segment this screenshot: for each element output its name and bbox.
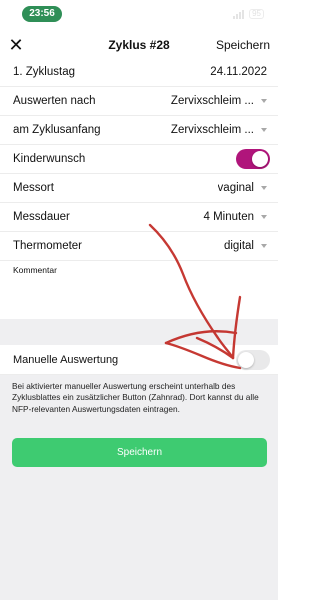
row-value: Zervixschleim ... xyxy=(170,124,254,136)
row-label: Messort xyxy=(13,182,54,194)
chevron-down-icon xyxy=(261,128,267,132)
save-button[interactable]: Speichern xyxy=(12,438,267,467)
row-label: Manuelle Auswertung xyxy=(13,354,119,366)
row-thermometer[interactable]: Thermometer digital xyxy=(0,232,278,261)
row-measure-location[interactable]: Messort vaginal xyxy=(0,174,278,203)
row-label: Kinderwunsch xyxy=(13,153,86,165)
row-manual-evaluation: Manuelle Auswertung xyxy=(0,345,278,375)
chevron-down-icon xyxy=(261,186,267,190)
signal-icon xyxy=(233,9,245,19)
row-first-cycle-day[interactable]: 1. Zyklustag 24.11.2022 xyxy=(0,58,278,87)
row-cycle-start[interactable]: am Zyklusanfang Zervixschleim ... xyxy=(0,116,278,145)
row-measure-duration[interactable]: Messdauer 4 Minuten xyxy=(0,203,278,232)
manual-evaluation-info: Bei aktivierter manueller Auswertung ers… xyxy=(12,381,259,414)
manual-evaluation-toggle[interactable] xyxy=(236,350,270,370)
chevron-down-icon xyxy=(261,215,267,219)
comment-input[interactable] xyxy=(8,277,270,315)
row-value: digital xyxy=(223,240,254,252)
chevron-down-icon xyxy=(261,244,267,248)
row-value: 24.11.2022 xyxy=(210,66,267,78)
toggle-knob xyxy=(252,151,268,167)
nav-bar: ✕ Zyklus #28 Speichern xyxy=(0,30,278,60)
row-value: Zervixschleim ... xyxy=(170,95,254,107)
row-label: am Zyklusanfang xyxy=(13,124,101,136)
row-value: 4 Minuten xyxy=(203,211,254,223)
status-bar: 23:56 95 xyxy=(0,0,278,26)
row-label: 1. Zyklustag xyxy=(13,66,75,78)
row-child-wish: Kinderwunsch xyxy=(0,145,278,174)
row-evaluate-by[interactable]: Auswerten nach Zervixschleim ... xyxy=(0,87,278,116)
row-value: vaginal xyxy=(217,182,254,194)
info-section: Bei aktivierter manueller Auswertung ers… xyxy=(0,375,278,600)
toggle-knob xyxy=(238,352,254,368)
status-indicators: 95 xyxy=(233,9,264,19)
chevron-down-icon xyxy=(261,99,267,103)
row-label: Messdauer xyxy=(13,211,70,223)
comment-label: Kommentar xyxy=(13,265,57,275)
save-top-button[interactable]: Speichern xyxy=(216,38,270,52)
status-time: 23:56 xyxy=(22,6,62,22)
battery-level: 95 xyxy=(249,9,264,19)
section-divider xyxy=(0,319,278,345)
row-label: Thermometer xyxy=(13,240,83,252)
row-label: Auswerten nach xyxy=(13,95,96,107)
child-wish-toggle[interactable] xyxy=(236,149,270,169)
